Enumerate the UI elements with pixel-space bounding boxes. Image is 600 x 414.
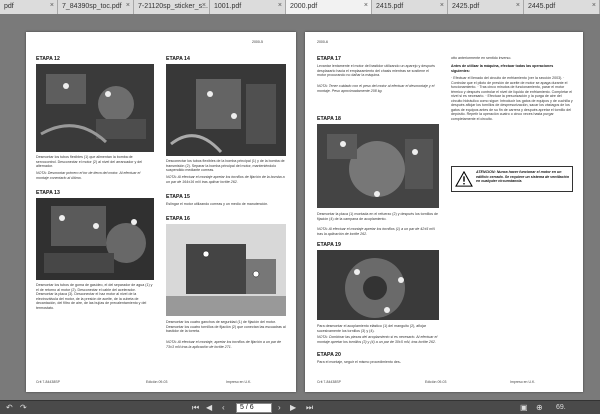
next-icon[interactable]: ›: [278, 403, 281, 412]
engine-photo-etapa-16: [166, 224, 286, 316]
engine-photo-graphic: [36, 198, 154, 280]
tab-toc[interactable]: 7_84390sp_toc.pdf ×: [58, 0, 134, 14]
rotate-right-icon[interactable]: ↷: [20, 403, 27, 412]
engine-photo-graphic: [317, 250, 439, 320]
page-number: 2000-5: [252, 40, 263, 44]
tab-label: 2000.pdf: [290, 3, 318, 10]
close-icon[interactable]: ×: [278, 2, 282, 9]
close-icon[interactable]: ×: [516, 2, 520, 9]
page-left: 2000-5 ETAPA 12 Desmontar los tubos flex…: [26, 32, 296, 392]
etapa-16-title: ETAPA 16: [166, 216, 190, 222]
etapa-17-text: Levantar lentamente el motor del bastido…: [317, 64, 435, 77]
engine-photo-graphic: [166, 64, 286, 156]
zoom-level[interactable]: 69.: [556, 404, 566, 411]
document-viewer[interactable]: 2000-5 ETAPA 12 Desmontar los tubos flex…: [0, 14, 600, 400]
close-icon[interactable]: ×: [50, 2, 54, 9]
etapa-16-note: NOTA: Al efectuar el montaje, apretar lo…: [166, 340, 282, 349]
prev-icon[interactable]: ‹: [222, 403, 225, 412]
prev-page-icon[interactable]: ◀: [206, 403, 212, 412]
warning-box: ATENCION: Nunca hacer funcionar el motor…: [451, 166, 573, 192]
first-page-icon[interactable]: ⏮: [192, 403, 199, 413]
engine-photo-graphic: [166, 224, 286, 316]
etapa-18-text: Desmontar la placa (1) montada en el ref…: [317, 212, 439, 221]
tab-2000[interactable]: 2000.pdf ×: [286, 0, 372, 14]
tab-2415[interactable]: 2415.pdf ×: [372, 0, 448, 14]
etapa-17-note: NOTA: Tener cuidado con el peso del moto…: [317, 84, 435, 93]
footer-edition: Edición 09-03: [425, 380, 447, 384]
tab-label: 7-21120sp_sticker_s...: [138, 3, 208, 10]
etapa-14-text: Desconectar los tubos flexibles de la bo…: [166, 159, 285, 172]
before-use-heading: Antes de utilizar la máquina, efectuar t…: [451, 64, 554, 73]
etapa-19-note: NOTA: Combinar las piezas del acoplamien…: [317, 335, 438, 344]
engine-photo-graphic: [36, 64, 154, 152]
engine-photo-etapa-14: [166, 64, 286, 156]
engine-photo-graphic: [317, 124, 439, 208]
tab-sticker[interactable]: 7-21120sp_sticker_s... ×: [134, 0, 210, 14]
footer-ref: Crit 7-84438SP: [317, 380, 341, 384]
etapa-20-text: Para el montaje, seguir el mismo procedi…: [317, 360, 401, 364]
tab-bar: pdf × 7_84390sp_toc.pdf × 7-21120sp_sticke…: [0, 0, 600, 14]
warning-icon: [455, 171, 473, 187]
etapa-14-title: ETAPA 14: [166, 56, 190, 62]
next-page-icon[interactable]: ▶: [290, 403, 296, 412]
etapa-19-title: ETAPA 19: [317, 242, 341, 248]
etapa-15-text: Eslingar el motor utilizando correas y u…: [166, 202, 269, 206]
footer-edition: Edición 09-03: [146, 380, 168, 384]
engine-photo-etapa-13: [36, 198, 154, 280]
page-number: 2000-6: [317, 40, 328, 44]
tab-2445[interactable]: 2445.pdf ×: [524, 0, 600, 14]
tab-label: 2415.pdf: [376, 3, 404, 10]
close-icon[interactable]: ×: [126, 2, 130, 9]
page-number-input[interactable]: 5 / 6: [236, 403, 272, 413]
tab-label: 7_84390sp_toc.pdf: [62, 3, 122, 10]
etapa-16-text: Desmontar los cuatro ganchos de segurida…: [166, 320, 286, 333]
continuation-text: otto anteriormente en sentido inverso.: [451, 56, 512, 60]
fit-page-icon[interactable]: ▣: [520, 403, 528, 412]
etapa-18-title: ETAPA 18: [317, 116, 341, 122]
tab-pdf[interactable]: pdf ×: [0, 0, 58, 14]
etapa-12-text: Desmontar los tubos flexibles (1) que al…: [36, 155, 143, 168]
close-icon[interactable]: ×: [364, 2, 368, 9]
etapa-12-note: NOTA: Desmontar primero el tor de tierra…: [36, 171, 141, 180]
etapa-20-title: ETAPA 20: [317, 352, 341, 358]
etapa-15-title: ETAPA 15: [166, 194, 190, 200]
zoom-icon[interactable]: ⊕: [536, 403, 543, 412]
etapa-13-text: Desmontar los tubos de goma de gasóleo, …: [36, 283, 153, 310]
tab-label: 2425.pdf: [452, 3, 480, 10]
before-use-steps: · Efectuar el llenado del circuito de en…: [451, 76, 573, 121]
engine-photo-etapa-12: [36, 64, 154, 152]
viewer-toolbar: ↶ ↷ ⏮ ◀ ‹ 5 / 6 › ▶ ⏭ ▣ ⊕ 69.: [0, 400, 600, 414]
footer-ref: Crit 7-84438SP: [36, 380, 60, 384]
footer-printed: Impreso en U.K.: [226, 380, 252, 384]
etapa-19-text: Para desmontar el acoplamiento elástico …: [317, 324, 427, 333]
page-right: 2000-6 ETAPA 17 Levantar lentamente el m…: [305, 32, 583, 392]
tab-2425[interactable]: 2425.pdf ×: [448, 0, 524, 14]
close-icon[interactable]: ×: [592, 2, 596, 9]
tab-label: pdf: [4, 3, 14, 10]
footer-printed: Impreso en U.K.: [510, 380, 536, 384]
etapa-18-note: NOTA: Al efectuar el montaje apretar los…: [317, 227, 435, 236]
last-page-icon[interactable]: ⏭: [306, 403, 313, 413]
engine-photo-etapa-18: [317, 124, 439, 208]
close-icon[interactable]: ×: [202, 2, 206, 9]
etapa-17-title: ETAPA 17: [317, 56, 341, 62]
etapa-14-note: NOTA: Al efectuar el montaje apretar los…: [166, 175, 285, 184]
tab-1001[interactable]: 1001.pdf ×: [210, 0, 286, 14]
etapa-12-title: ETAPA 12: [36, 56, 60, 62]
tab-label: 1001.pdf: [214, 3, 242, 10]
engine-photo-etapa-19: [317, 250, 439, 320]
tab-label: 2445.pdf: [528, 3, 556, 10]
warning-text: ATENCION: Nunca hacer funcionar el motor…: [476, 170, 570, 183]
close-icon[interactable]: ×: [440, 2, 444, 9]
rotate-left-icon[interactable]: ↶: [6, 403, 13, 412]
etapa-13-title: ETAPA 13: [36, 190, 60, 196]
